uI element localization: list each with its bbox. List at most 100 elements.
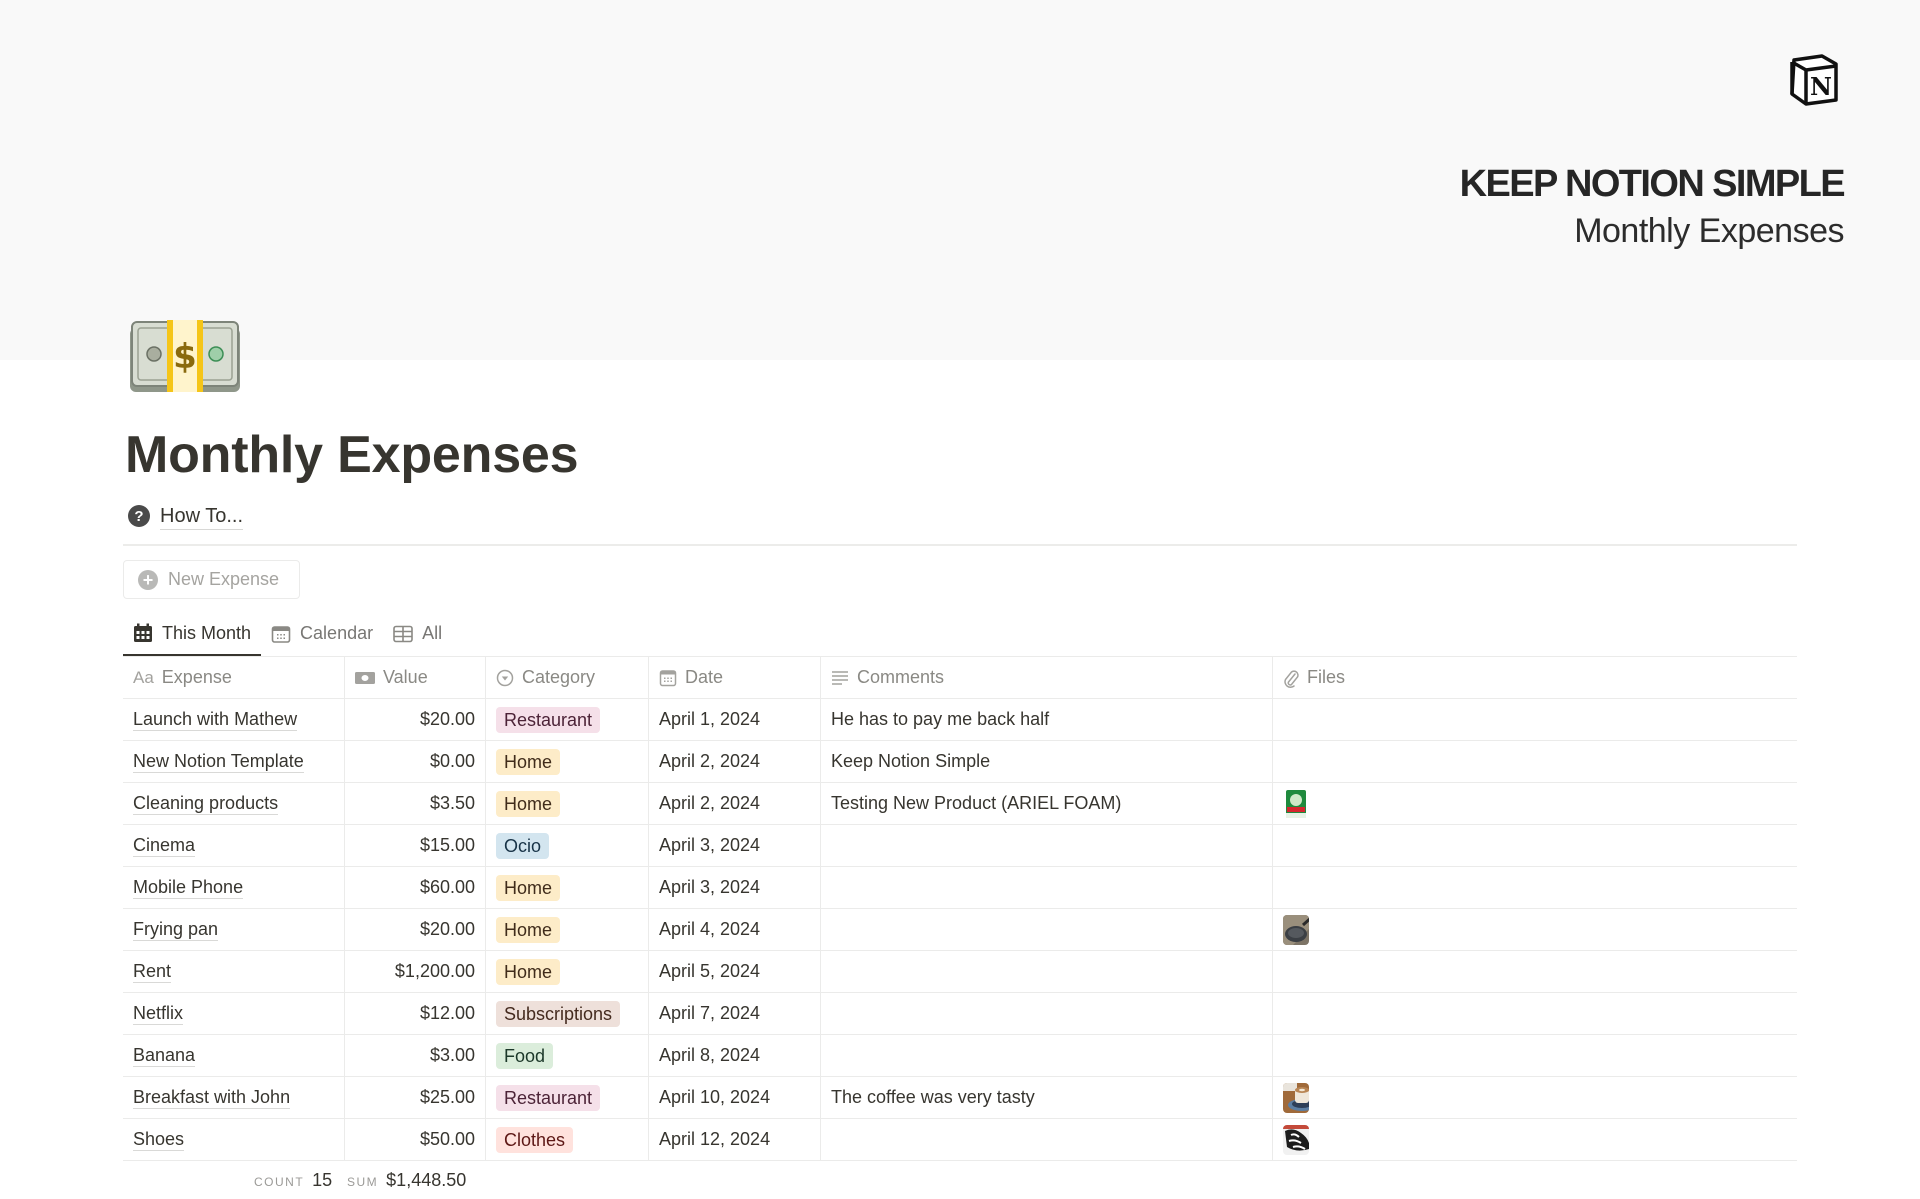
expense-name[interactable]: Rent [133, 960, 172, 983]
expense-name[interactable]: Banana [133, 1044, 196, 1067]
value-cell[interactable]: $15.00 [345, 825, 486, 866]
date-cell[interactable]: April 2, 2024 [649, 783, 821, 824]
value-cell[interactable]: $3.50 [345, 783, 486, 824]
expense-cell[interactable]: Cinema [123, 825, 345, 866]
expense-name[interactable]: Mobile Phone [133, 876, 244, 899]
money-stack-emoji-icon[interactable]: $ [128, 318, 242, 396]
tab-all[interactable]: All [383, 612, 452, 655]
expense-name[interactable]: New Notion Template [133, 750, 304, 773]
category-cell[interactable]: Home [486, 951, 649, 992]
value-cell[interactable]: $20.00 [345, 909, 486, 950]
expense-cell[interactable]: Shoes [123, 1119, 345, 1160]
coffee-thumbnail[interactable] [1283, 1082, 1309, 1113]
comments-cell[interactable] [821, 909, 1273, 950]
value-cell[interactable]: $60.00 [345, 867, 486, 908]
table-row[interactable]: Cinema $15.00 Ocio April 3, 2024 [123, 825, 1797, 867]
table-row[interactable]: Launch with Mathew $20.00 Restaurant April … [123, 699, 1797, 741]
column-header-date[interactable]: Date [649, 657, 821, 698]
table-row[interactable]: Breakfast with John $25.00 Restaurant April… [123, 1077, 1797, 1119]
files-cell[interactable] [1273, 699, 1797, 740]
sum-aggregate[interactable]: SUM $1,448.50 [347, 1170, 466, 1191]
category-cell[interactable]: Home [486, 783, 649, 824]
expense-cell[interactable]: Frying pan [123, 909, 345, 950]
expense-name[interactable]: Netflix [133, 1002, 184, 1025]
comments-cell[interactable] [821, 867, 1273, 908]
comments-cell[interactable]: He has to pay me back half [821, 699, 1273, 740]
category-cell[interactable]: Subscriptions [486, 993, 649, 1034]
value-cell[interactable]: $12.00 [345, 993, 486, 1034]
category-cell[interactable]: Restaurant [486, 1077, 649, 1118]
date-cell[interactable]: April 1, 2024 [649, 699, 821, 740]
column-header-category[interactable]: Category [486, 657, 649, 698]
files-cell[interactable] [1273, 825, 1797, 866]
comments-cell[interactable] [821, 1035, 1273, 1076]
expense-name[interactable]: Cinema [133, 834, 196, 857]
table-row[interactable]: Shoes $50.00 Clothes April 12, 2024 [123, 1119, 1797, 1161]
category-cell[interactable]: Home [486, 867, 649, 908]
column-header-files[interactable]: Files [1273, 657, 1797, 698]
category-cell[interactable]: Restaurant [486, 699, 649, 740]
files-cell[interactable] [1273, 783, 1797, 824]
tab-this-month[interactable]: This Month [123, 612, 262, 657]
expense-cell[interactable]: Breakfast with John [123, 1077, 345, 1118]
date-cell[interactable]: April 12, 2024 [649, 1119, 821, 1160]
table-row[interactable]: Frying pan $20.00 Home April 4, 2024 [123, 909, 1797, 951]
category-cell[interactable]: Home [486, 909, 649, 950]
files-cell[interactable] [1273, 741, 1797, 782]
value-cell[interactable]: $1,200.00 [345, 951, 486, 992]
expense-cell[interactable]: Banana [123, 1035, 345, 1076]
value-cell[interactable]: $20.00 [345, 699, 486, 740]
comments-cell[interactable] [821, 1119, 1273, 1160]
expense-cell[interactable]: Rent [123, 951, 345, 992]
comments-cell[interactable] [821, 951, 1273, 992]
comments-cell[interactable]: Testing New Product (ARIEL FOAM) [821, 783, 1273, 824]
category-cell[interactable]: Clothes [486, 1119, 649, 1160]
date-cell[interactable]: April 3, 2024 [649, 825, 821, 866]
comments-cell[interactable]: The coffee was very tasty [821, 1077, 1273, 1118]
sneaker-thumbnail[interactable] [1283, 1124, 1309, 1155]
detergent-thumbnail[interactable] [1283, 788, 1309, 819]
files-cell[interactable] [1273, 993, 1797, 1034]
column-header-expense[interactable]: Aa Expense [123, 657, 345, 698]
files-cell[interactable] [1273, 909, 1797, 950]
tab-calendar[interactable]: Calendar [261, 612, 383, 655]
value-cell[interactable]: $0.00 [345, 741, 486, 782]
column-header-value[interactable]: Value [345, 657, 486, 698]
table-row[interactable]: Rent $1,200.00 Home April 5, 2024 [123, 951, 1797, 993]
comments-cell[interactable] [821, 825, 1273, 866]
expense-name[interactable]: Breakfast with John [133, 1086, 291, 1109]
expense-cell[interactable]: Cleaning products [123, 783, 345, 824]
files-cell[interactable] [1273, 951, 1797, 992]
files-cell[interactable] [1273, 1077, 1797, 1118]
how-to-link[interactable]: ? How To... [128, 500, 243, 532]
value-cell[interactable]: $50.00 [345, 1119, 486, 1160]
date-cell[interactable]: April 5, 2024 [649, 951, 821, 992]
category-cell[interactable]: Home [486, 741, 649, 782]
expense-name[interactable]: Launch with Mathew [133, 708, 298, 731]
files-cell[interactable] [1273, 1119, 1797, 1160]
comments-cell[interactable] [821, 993, 1273, 1034]
frying-pan-thumbnail[interactable] [1283, 914, 1309, 945]
files-cell[interactable] [1273, 1035, 1797, 1076]
date-cell[interactable]: April 4, 2024 [649, 909, 821, 950]
expense-cell[interactable]: Launch with Mathew [123, 699, 345, 740]
expense-cell[interactable]: Mobile Phone [123, 867, 345, 908]
date-cell[interactable]: April 8, 2024 [649, 1035, 821, 1076]
expense-name[interactable]: Cleaning products [133, 792, 279, 815]
new-expense-button[interactable]: + New Expense [123, 560, 300, 599]
column-header-comments[interactable]: Comments [821, 657, 1273, 698]
expense-name[interactable]: Frying pan [133, 918, 219, 941]
value-cell[interactable]: $3.00 [345, 1035, 486, 1076]
category-cell[interactable]: Food [486, 1035, 649, 1076]
table-row[interactable]: Cleaning products $3.50 Home April 2, 2024 T… [123, 783, 1797, 825]
comments-cell[interactable]: Keep Notion Simple [821, 741, 1273, 782]
category-cell[interactable]: Ocio [486, 825, 649, 866]
table-row[interactable]: Mobile Phone $60.00 Home April 3, 2024 [123, 867, 1797, 909]
expense-name[interactable]: Shoes [133, 1128, 185, 1151]
date-cell[interactable]: April 10, 2024 [649, 1077, 821, 1118]
date-cell[interactable]: April 7, 2024 [649, 993, 821, 1034]
expense-cell[interactable]: Netflix [123, 993, 345, 1034]
date-cell[interactable]: April 3, 2024 [649, 867, 821, 908]
table-row[interactable]: Banana $3.00 Food April 8, 2024 [123, 1035, 1797, 1077]
table-row[interactable]: New Notion Template $0.00 Home April 2, 202… [123, 741, 1797, 783]
